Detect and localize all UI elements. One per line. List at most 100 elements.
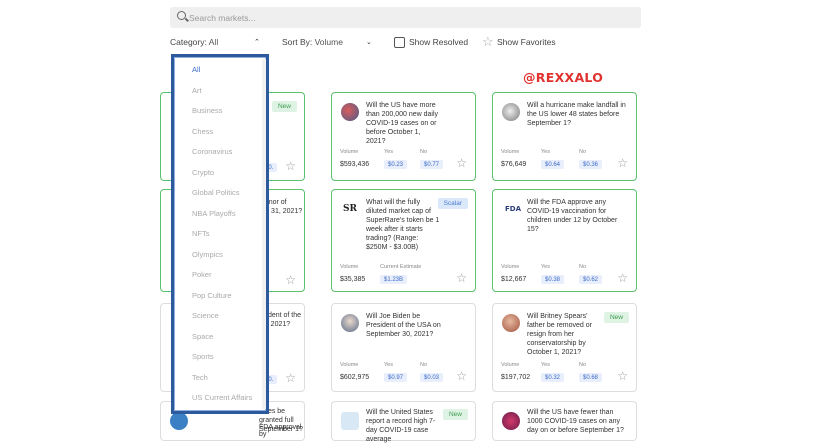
dropdown-option-all[interactable]: All	[192, 65, 200, 74]
market-question[interactable]: Will the United States report a record h…	[366, 408, 441, 444]
no-label: No	[579, 149, 587, 155]
watermark-text: @REXXALO	[523, 70, 604, 85]
search-bar[interactable]	[170, 7, 641, 28]
volume-label: Volume	[501, 264, 520, 270]
no-price[interactable]: $0.62	[579, 275, 603, 284]
volume-label: Volume	[501, 149, 520, 155]
no-label: No	[579, 362, 587, 368]
dropdown-option-chess[interactable]: Chess	[192, 127, 213, 136]
volume-value: $35,385	[340, 276, 366, 283]
market-card[interactable]: Will a hurricane make landfall in the US…	[492, 92, 637, 181]
market-card[interactable]: Will the US have fewer than 1000 COVID-1…	[492, 401, 637, 441]
market-thumbnail	[502, 314, 520, 332]
new-badge: New	[603, 312, 629, 323]
volume-value: $602,975	[340, 374, 370, 381]
yes-price[interactable]: $0.64	[541, 160, 565, 169]
market-card[interactable]: SR What will the fully diluted market ca…	[331, 189, 476, 292]
dropdown-option-art[interactable]: Art	[192, 86, 202, 95]
chevron-down-icon[interactable]: ⌄	[366, 38, 372, 46]
yes-price[interactable]: $0.97	[384, 373, 408, 382]
yes-label: Yes	[541, 149, 550, 155]
dropdown-option-olympics[interactable]: Olympics	[192, 250, 223, 259]
dropdown-option-sports[interactable]: Sports	[192, 352, 214, 361]
market-thumbnail: SR	[343, 204, 357, 214]
dropdown-option-tech[interactable]: Tech	[192, 373, 208, 382]
no-label: No	[420, 362, 428, 368]
market-card[interactable]: Will Britney Spears' father be removed o…	[492, 303, 637, 392]
market-thumbnail	[341, 103, 359, 121]
star-icon[interactable]: ☆	[456, 157, 467, 169]
star-icon[interactable]: ☆	[456, 272, 467, 284]
yes-label: Yes	[384, 362, 393, 368]
show-resolved-checkbox[interactable]	[394, 37, 405, 48]
show-favorites-label[interactable]: Show Favorites	[497, 37, 556, 47]
market-thumbnail	[341, 412, 359, 430]
no-label: No	[420, 149, 428, 155]
star-icon[interactable]: ☆	[285, 160, 296, 172]
no-label: No	[579, 264, 587, 270]
star-icon[interactable]: ☆	[285, 274, 296, 286]
no-price[interactable]: $0.03	[420, 373, 444, 382]
dropdown-option-nfts[interactable]: NFTs	[192, 229, 210, 238]
yes-label: Yes	[384, 149, 393, 155]
volume-label: Volume	[501, 362, 520, 368]
star-icon[interactable]: ☆	[456, 370, 467, 382]
yes-price[interactable]: $0.23	[384, 160, 408, 169]
dropdown-scrollbar[interactable]	[262, 59, 266, 409]
star-icon[interactable]: ☆	[617, 157, 628, 169]
yes-label: Yes	[541, 362, 550, 368]
market-question[interactable]: What will the fully diluted market cap o…	[366, 198, 441, 252]
dropdown-option-nba-playoffs[interactable]: NBA Playoffs	[192, 209, 236, 218]
yes-label: Yes	[541, 264, 550, 270]
yes-price[interactable]: $0.38	[541, 275, 565, 284]
star-icon[interactable]: ☆	[617, 272, 628, 284]
no-price[interactable]: $0.77	[420, 160, 444, 169]
market-question[interactable]: Will Joe Biden be President of the USA o…	[366, 312, 441, 339]
search-icon	[177, 11, 186, 20]
market-card[interactable]: Will Joe Biden be President of the USA o…	[331, 303, 476, 392]
no-price[interactable]: $0.36	[579, 160, 603, 169]
dropdown-option-us-current-affairs[interactable]: US Current Affairs	[192, 393, 252, 402]
yes-price[interactable]: $0.32	[541, 373, 565, 382]
market-thumbnail	[341, 314, 359, 332]
chevron-up-icon[interactable]: ⌃	[254, 38, 260, 46]
market-card[interactable]: Will the United States report a record h…	[331, 401, 476, 444]
star-icon[interactable]: ☆	[482, 35, 494, 48]
category-label: Category:	[170, 37, 207, 47]
volume-value: $76,649	[501, 161, 527, 168]
star-icon[interactable]: ☆	[617, 370, 628, 382]
dropdown-option-crypto[interactable]: Crypto	[192, 168, 214, 177]
market-card[interactable]: FDA Will the FDA approve any COVID-19 va…	[492, 189, 637, 292]
market-thumbnail	[502, 103, 520, 121]
volume-value: $593,436	[340, 161, 370, 168]
dropdown-option-science[interactable]: Science	[192, 311, 219, 320]
no-price[interactable]: $0.68	[579, 373, 603, 382]
market-question[interactable]: Will the FDA approve any COVID-19 vaccin…	[527, 198, 627, 234]
category-value: All	[208, 37, 219, 47]
market-thumbnail	[170, 412, 188, 430]
market-question[interactable]: Will Britney Spears' father be removed o…	[527, 312, 602, 357]
dropdown-option-pop-culture[interactable]: Pop Culture	[192, 291, 232, 300]
market-card[interactable]: Will the US have more than 200,000 new d…	[331, 92, 476, 181]
market-thumbnail: FDA	[504, 205, 521, 213]
category-filter[interactable]: Category: All	[170, 37, 218, 47]
dropdown-option-poker[interactable]: Poker	[192, 270, 212, 279]
market-question[interactable]: Will a hurricane make landfall in the US…	[527, 101, 627, 128]
dropdown-option-business[interactable]: Business	[192, 106, 222, 115]
search-input[interactable]	[189, 10, 629, 25]
dropdown-option-space[interactable]: Space	[192, 332, 213, 341]
sort-filter[interactable]: Sort By: Volume	[282, 37, 343, 47]
volume-label: Volume	[340, 362, 359, 368]
volume-value: $197,702	[501, 374, 531, 381]
market-question[interactable]: Will the US have more than 200,000 new d…	[366, 101, 441, 146]
star-icon[interactable]: ☆	[285, 372, 296, 384]
show-resolved-label[interactable]: Show Resolved	[409, 37, 468, 47]
market-thumbnail	[502, 412, 520, 430]
estimate-label: Current Estimate	[380, 264, 422, 270]
new-badge: New	[271, 101, 297, 112]
sort-value: Volume	[314, 37, 343, 47]
category-dropdown-menu[interactable]: All Art Business Chess Coronavirus Crypt…	[171, 54, 269, 414]
dropdown-option-coronavirus[interactable]: Coronavirus	[192, 147, 232, 156]
dropdown-option-global-politics[interactable]: Global Politics	[192, 188, 240, 197]
estimate-value[interactable]: $1.23B	[380, 275, 408, 284]
